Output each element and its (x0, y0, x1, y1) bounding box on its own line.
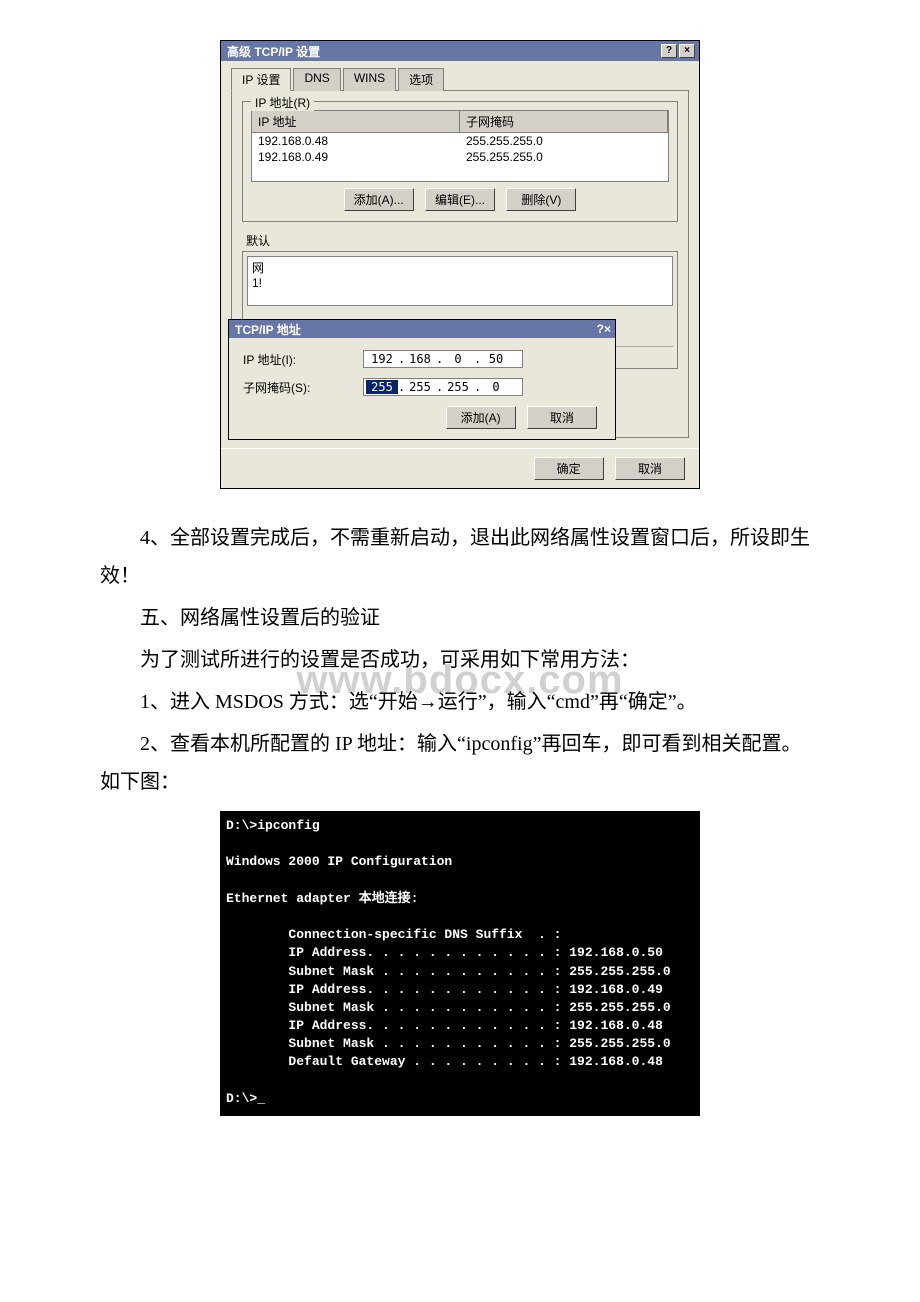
ip-octet-4[interactable]: 50 (480, 352, 512, 366)
gateway-listview[interactable]: 网 1! (247, 256, 673, 306)
console-line: Windows 2000 IP Configuration (226, 854, 452, 869)
col-mask: 子网掩码 (460, 111, 668, 132)
ip-listview[interactable]: IP 地址 子网掩码 192.168.0.48 255.255.255.0 19… (251, 110, 669, 182)
tab-options[interactable]: 选项 (398, 68, 444, 91)
console-line: Subnet Mask . . . . . . . . . . . : 255.… (226, 1036, 671, 1051)
tab-strip: IP 设置 DNS WINS 选项 (231, 67, 689, 91)
add-button[interactable]: 添加(A)... (344, 188, 414, 211)
subnet-mask-label: 子网掩码(S): (243, 379, 363, 396)
mask-octet-1[interactable]: 255 (366, 380, 398, 394)
cell-mask: 255.255.255.0 (460, 133, 668, 149)
col-ip: IP 地址 (252, 111, 460, 132)
help-icon[interactable]: ? (661, 44, 677, 58)
console-line: D:\>_ (226, 1091, 265, 1106)
cell-ip: 192.168.0.48 (252, 133, 460, 149)
console-line: D:\>ipconfig (226, 818, 320, 833)
list-item: 网 (252, 259, 668, 276)
ip-address-label: IP 地址(I): (243, 351, 363, 368)
console-screenshot: D:\>ipconfig Windows 2000 IP Configurati… (220, 811, 700, 1116)
ip-octet-1[interactable]: 192 (366, 352, 398, 366)
mask-octet-2[interactable]: 255 (404, 380, 436, 394)
console-line: IP Address. . . . . . . . . . . . : 192.… (226, 1018, 663, 1033)
edit-button[interactable]: 编辑(E)... (425, 188, 495, 211)
default-gateway-label: 默认 (246, 232, 678, 249)
console-line: Connection-specific DNS Suffix . : (226, 927, 561, 942)
cancel-button[interactable]: 取消 (527, 406, 597, 429)
paragraph: 4、全部设置完成后，不需重新启动，退出此网络属性设置窗口后，所设即生效！ (100, 519, 820, 595)
ip-group-legend: IP 地址(R) (251, 94, 314, 111)
list-item: 1! (252, 276, 668, 290)
help-icon[interactable]: ? (597, 322, 604, 336)
cancel-button[interactable]: 取消 (615, 457, 685, 480)
console-line: Ethernet adapter 本地连接: (226, 891, 418, 906)
delete-button[interactable]: 删除(V) (506, 188, 576, 211)
ip-address-input[interactable]: 192. 168. 0. 50 (363, 350, 523, 368)
table-row[interactable]: 192.168.0.48 255.255.255.0 (252, 133, 668, 149)
paragraph: 1、进入 MSDOS 方式：选“开始→运行”，输入“cmd”再“确定”。 (100, 683, 820, 721)
paragraph: 2、查看本机所配置的 IP 地址：输入“ipconfig”再回车，即可看到相关配… (100, 725, 820, 801)
dialog-title: 高级 TCP/IP 设置 (227, 43, 659, 60)
console-line: IP Address. . . . . . . . . . . . : 192.… (226, 945, 663, 960)
titlebar: TCP/IP 地址 ? × (229, 320, 615, 338)
console-line: IP Address. . . . . . . . . . . . : 192.… (226, 982, 663, 997)
mask-octet-3[interactable]: 255 (442, 380, 474, 394)
tab-wins[interactable]: WINS (343, 68, 396, 91)
cell-mask: 255.255.255.0 (460, 149, 668, 165)
subnet-mask-input[interactable]: 255. 255. 255. 0 (363, 378, 523, 396)
mask-octet-4[interactable]: 0 (480, 380, 512, 394)
add-button[interactable]: 添加(A) (446, 406, 516, 429)
console-line: Subnet Mask . . . . . . . . . . . : 255.… (226, 964, 671, 979)
console-line: Default Gateway . . . . . . . . . : 192.… (226, 1054, 663, 1069)
titlebar: 高级 TCP/IP 设置 ? × (221, 41, 699, 61)
ip-address-group: IP 地址(R) IP 地址 子网掩码 192.168.0.48 255.255… (242, 101, 678, 222)
tab-ip-settings[interactable]: IP 设置 (231, 68, 291, 91)
close-icon[interactable]: × (679, 44, 695, 58)
ip-octet-3[interactable]: 0 (442, 352, 474, 366)
paragraph: 为了测试所进行的设置是否成功，可采用如下常用方法： (100, 641, 820, 679)
tab-dns[interactable]: DNS (293, 68, 340, 91)
console-line: Subnet Mask . . . . . . . . . . . : 255.… (226, 1000, 671, 1015)
dialog-title: TCP/IP 地址 (235, 321, 597, 338)
close-icon[interactable]: × (604, 322, 611, 336)
ip-octet-2[interactable]: 168 (404, 352, 436, 366)
ok-button[interactable]: 确定 (534, 457, 604, 480)
table-row[interactable]: 192.168.0.49 255.255.255.0 (252, 149, 668, 165)
cell-ip: 192.168.0.49 (252, 149, 460, 165)
tcpip-address-dialog: TCP/IP 地址 ? × IP 地址(I): 192. 168. 0. 50 … (228, 319, 616, 440)
paragraph: 五、网络属性设置后的验证 (100, 599, 820, 637)
